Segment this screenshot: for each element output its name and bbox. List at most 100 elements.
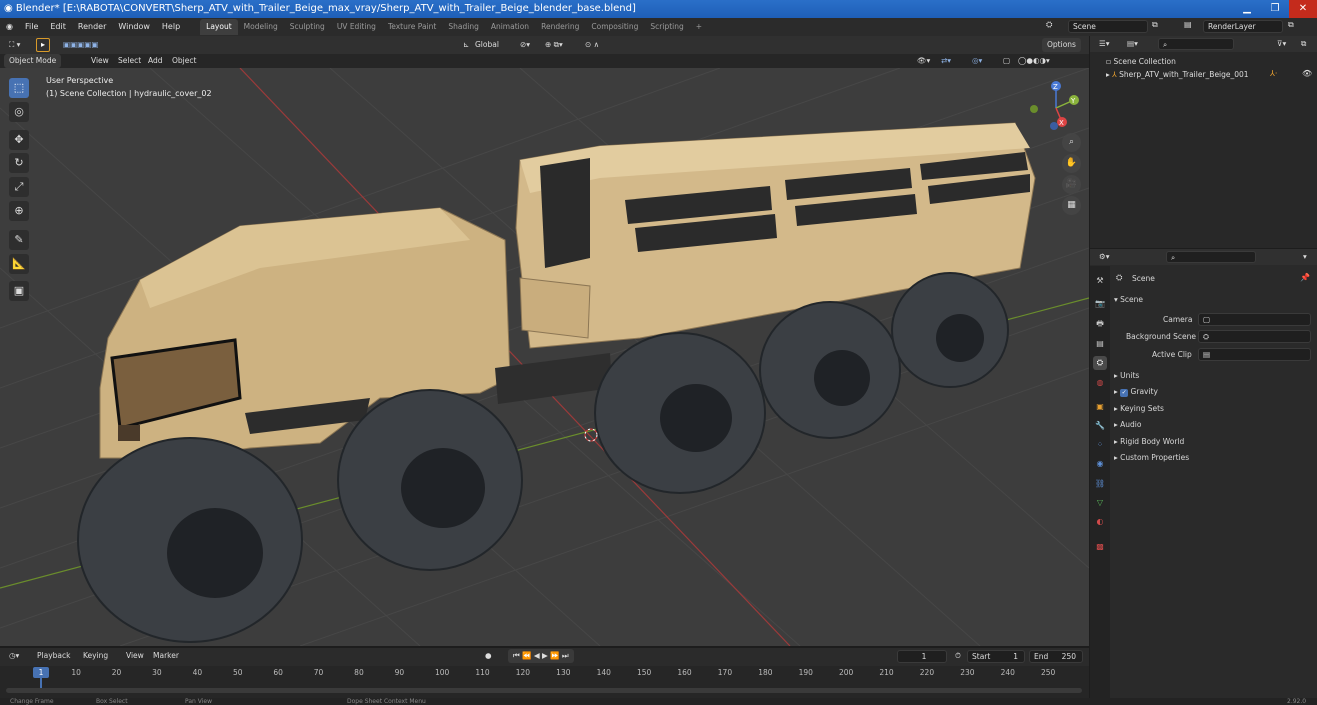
editor-type-icon[interactable]: ⛶ ▾ [4,38,25,52]
menu-help[interactable]: Help [156,18,186,36]
visibility-icon[interactable]: 👁▾ [912,54,935,68]
3d-viewport[interactable]: User Perspective (1) Scene Collection | … [0,68,1089,646]
timeline-menu-keying[interactable]: Keying [78,649,113,663]
data-tab-icon[interactable]: ▽ [1093,496,1107,510]
keyframe-toggle-icon[interactable]: ● [480,649,497,663]
active-clip-field[interactable]: ▤ [1198,348,1311,361]
timeline-scrollbar[interactable] [6,688,1082,693]
scene-collection-row[interactable]: ▫ Scene Collection [1106,57,1176,66]
menu-edit[interactable]: Edit [44,18,72,36]
pivot-dropdown[interactable]: ⊘▾ [515,38,535,52]
tab-compositing[interactable]: Compositing [585,19,644,35]
cursor-tool-icon[interactable]: ◎ [9,102,29,122]
gravity-panel-header[interactable]: ▸ ✓ Gravity [1114,387,1158,397]
current-frame-field[interactable]: 1 [897,650,947,663]
scene-icon[interactable]: ⛭ [1046,20,1052,30]
object-tab-icon[interactable]: ▣ [1093,400,1107,414]
world-tab-icon[interactable]: ◍ [1093,376,1107,390]
playhead[interactable]: 1 [33,667,49,678]
keying-sets-panel-header[interactable]: ▸ Keying Sets [1114,404,1164,413]
timeline-editor-icon[interactable]: ◷▾ [4,649,24,663]
outliner-search-input[interactable]: ⌕ [1158,38,1234,50]
gizmo-toggle-icon[interactable]: ⇄▾ [936,54,956,68]
units-panel-header[interactable]: ▸ Units [1114,371,1139,380]
blender-menu-icon[interactable]: ◉ [0,18,19,36]
custom-properties-panel-header[interactable]: ▸ Custom Properties [1114,453,1189,462]
timeline-menu-marker[interactable]: Marker [148,649,184,663]
close-window-button[interactable]: ✕ [1289,0,1317,18]
output-tab-icon[interactable]: 🖶 [1093,317,1107,331]
rotate-tool-icon[interactable]: ↻ [9,153,29,173]
navigation-gizmo[interactable]: Z Y X [1026,78,1084,136]
properties-search-input[interactable]: ⌕ [1166,251,1256,263]
scene-tab-icon[interactable]: ⛭ [1093,356,1107,370]
timeline-menu-playback[interactable]: Playback [32,649,75,663]
end-frame-field[interactable]: End 250 [1029,650,1083,663]
viewport-menu-select[interactable]: Select [113,54,146,68]
ortho-toggle-icon[interactable]: ▦ [1062,196,1081,215]
tab-animation[interactable]: Animation [485,19,535,35]
select-box-tool-icon[interactable]: ⬚ [9,78,29,98]
annotate-tool-icon[interactable]: ✎ [9,230,29,250]
playback-controls[interactable]: ⏮ ⏪ ◀ ▶ ⏩ ⏭ [508,649,574,663]
scale-tool-icon[interactable]: ⤢ [9,177,29,197]
add-cube-tool-icon[interactable]: ▣ [9,281,29,301]
maximize-button[interactable]: ❐ [1261,0,1289,18]
transform-orientation-dropdown[interactable]: Global [470,38,504,52]
shading-modes-icon[interactable]: ◯●◐◑▾ [1013,54,1055,68]
new-scene-icon[interactable]: ⧉ [1152,20,1158,30]
menu-window[interactable]: Window [112,18,156,36]
new-collection-icon[interactable]: ⧉ [1296,37,1311,51]
physics-tab-icon[interactable]: ◉ [1093,457,1107,471]
properties-options-icon[interactable]: ▾ [1298,250,1312,264]
start-frame-field[interactable]: Start 1 [967,650,1025,663]
tab-sculpting[interactable]: Sculpting [284,19,331,35]
view-layer-icon[interactable]: ▤ [1184,20,1192,29]
audio-panel-header[interactable]: ▸ Audio [1114,420,1141,429]
visibility-eye-icon[interactable]: 👁 [1302,69,1312,78]
measure-tool-icon[interactable]: 📐 [9,254,29,274]
overlay-toggle-icon[interactable]: ◎▾ [967,54,987,68]
tab-rendering[interactable]: Rendering [535,19,585,35]
modifier-tab-icon[interactable]: 🔧 [1093,419,1107,433]
pin-icon[interactable]: 📌 [1300,273,1310,282]
tab-texture-paint[interactable]: Texture Paint [382,19,442,35]
material-tab-icon[interactable]: ◐ [1093,515,1107,529]
outliner-object-row[interactable]: ▸ ⅄ Sherp_ATV_with_Trailer_Beige_001 [1106,70,1249,79]
transform-tool-icon[interactable]: ⊕ [9,201,29,221]
camera-view-icon[interactable]: 🎥 [1062,175,1081,194]
tab-shading[interactable]: Shading [442,19,484,35]
proportional-edit-toggle[interactable]: ⊙ ∧ [580,38,604,52]
snap-toggle[interactable]: ⊕ ⧉▾ [540,38,568,52]
select-mode-icons[interactable]: ▣▣▣▣▣ [58,38,103,52]
view-layer-tab-icon[interactable]: ▤ [1093,337,1107,351]
render-tab-icon[interactable]: 📷 [1093,297,1107,311]
new-view-layer-icon[interactable]: ⧉ [1288,20,1294,30]
tool-tab-icon[interactable]: ⚒ [1093,274,1107,288]
particles-tab-icon[interactable]: ⁘ [1093,438,1107,452]
timeline-menu-view[interactable]: View [121,649,149,663]
viewport-menu-object[interactable]: Object [167,54,201,68]
menu-file[interactable]: File [19,18,44,36]
view-layer-selector[interactable]: RenderLayer [1203,20,1283,33]
background-scene-field[interactable]: ⛭ [1198,330,1311,343]
menu-render[interactable]: Render [72,18,112,36]
filter-icon[interactable]: ⊽▾ [1272,37,1291,51]
gravity-checkbox[interactable]: ✓ [1120,389,1129,397]
scene-selector[interactable]: Scene [1068,20,1148,33]
viewport-menu-add[interactable]: Add [143,54,168,68]
tab-scripting[interactable]: Scripting [644,19,689,35]
display-mode-icon[interactable]: ▤▾ [1122,37,1143,51]
texture-tab-icon[interactable]: ▩ [1093,540,1107,554]
tab-layout[interactable]: Layout [200,19,238,35]
scene-panel-header[interactable]: ▾ Scene [1114,295,1143,304]
properties-editor-icon[interactable]: ⚙▾ [1094,250,1115,264]
options-dropdown[interactable]: Options [1042,38,1081,52]
camera-field[interactable]: ▢ [1198,313,1311,326]
zoom-view-icon[interactable]: ⌕ [1062,133,1081,152]
tab-uv-editing[interactable]: UV Editing [331,19,382,35]
constraints-tab-icon[interactable]: ⛓ [1093,477,1107,491]
add-workspace-button[interactable]: + [690,19,708,35]
viewport-menu-view[interactable]: View [86,54,114,68]
pan-view-icon[interactable]: ✋ [1062,154,1081,173]
